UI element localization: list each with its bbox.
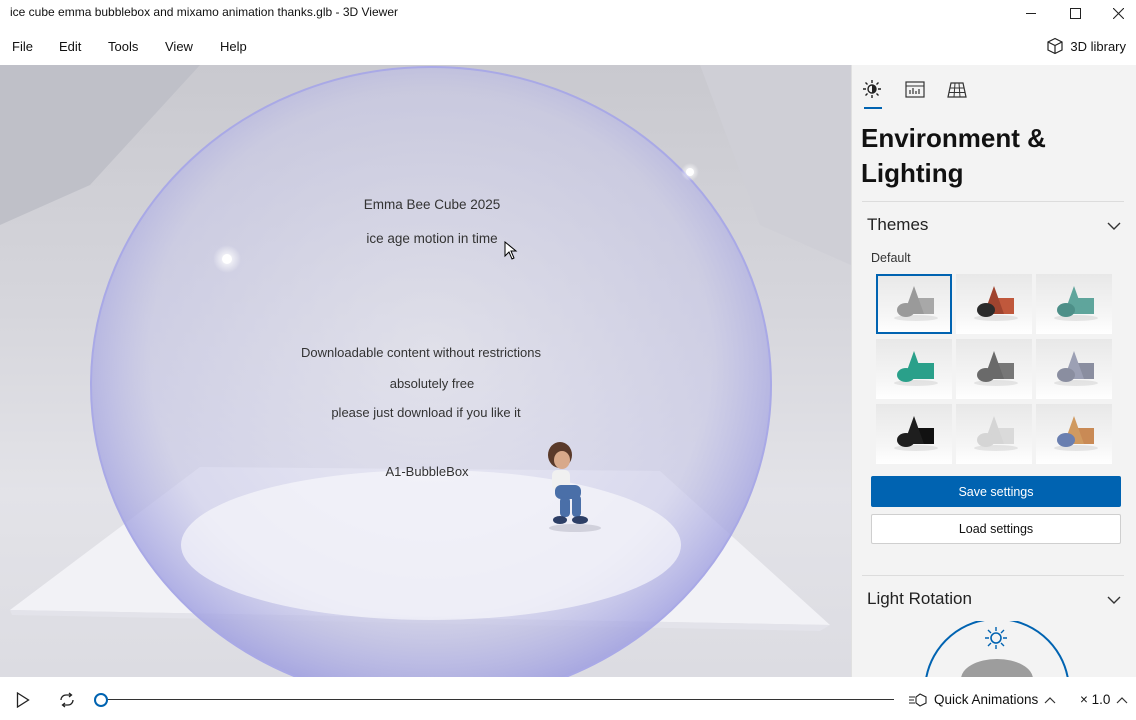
chevron-up-icon: [1116, 696, 1128, 703]
menu-file[interactable]: File: [12, 39, 33, 54]
close-button[interactable]: [1096, 0, 1136, 26]
load-settings-button[interactable]: Load settings: [871, 514, 1121, 544]
minimize-button[interactable]: [1009, 0, 1053, 26]
light-sun-icon[interactable]: [985, 627, 1007, 649]
themes-section-title[interactable]: Themes: [867, 215, 928, 235]
speed-label: × 1.0: [1080, 692, 1111, 707]
timeline-track[interactable]: [100, 699, 894, 700]
environment-panel: Environment & Lighting Themes Default Sa…: [851, 65, 1136, 677]
animation-bar: Quick Animations × 1.0: [0, 677, 1136, 720]
theme-swatch[interactable]: [1036, 274, 1112, 334]
theme-swatch[interactable]: [876, 339, 952, 399]
divider: [862, 575, 1124, 576]
theme-swatch[interactable]: [956, 404, 1032, 464]
save-settings-button[interactable]: Save settings: [871, 476, 1121, 507]
panel-heading-line2: Lighting: [861, 158, 964, 188]
theme-preview-icon: [894, 286, 938, 321]
animation-icon: [909, 692, 927, 707]
chevron-down-icon[interactable]: [1107, 593, 1121, 607]
divider: [862, 201, 1124, 202]
scene-text-line5: please just download if you like it: [331, 405, 521, 420]
theme-preview-icon: [974, 286, 1018, 321]
theme-swatch[interactable]: [876, 274, 952, 334]
scene-render: [0, 65, 851, 677]
light-rotation-dial[interactable]: [906, 621, 1086, 677]
quick-animations-label: Quick Animations: [934, 692, 1039, 707]
scene-text-line3: Downloadable content without restriction…: [301, 345, 541, 360]
theme-swatch[interactable]: [876, 404, 952, 464]
sun-icon[interactable]: [862, 79, 884, 101]
stats-icon[interactable]: [904, 79, 926, 101]
selected-theme-label: Default: [871, 251, 911, 265]
chevron-up-icon: [1044, 696, 1056, 703]
theme-preview-icon: [894, 416, 938, 451]
panel-heading-line1: Environment &: [861, 123, 1046, 153]
grid-icon[interactable]: [946, 79, 968, 101]
theme-preview-icon: [1054, 286, 1098, 321]
cursor-icon: [504, 241, 518, 260]
theme-swatch[interactable]: [956, 274, 1032, 334]
menu-bar: File Edit Tools View Help 3D library: [0, 26, 1136, 66]
menu-view[interactable]: View: [165, 39, 193, 54]
theme-swatch[interactable]: [1036, 339, 1112, 399]
minimize-icon: [1026, 13, 1036, 14]
3d-viewport[interactable]: Emma Bee Cube 2025 ice age motion in tim…: [0, 65, 851, 677]
close-icon: [1112, 7, 1124, 19]
theme-preview-icon: [974, 351, 1018, 386]
active-tab-indicator: [864, 107, 882, 109]
title-bar: ice cube emma bubblebox and mixamo anima…: [0, 0, 1136, 26]
3d-library-label: 3D library: [1070, 38, 1126, 54]
menu-tools[interactable]: Tools: [108, 39, 138, 54]
scene-text-line6: A1-BubbleBox: [385, 464, 469, 479]
maximize-button[interactable]: [1053, 0, 1097, 26]
speed-selector[interactable]: × 1.0: [1080, 692, 1128, 707]
menu-help[interactable]: Help: [220, 39, 247, 54]
theme-swatch[interactable]: [1036, 404, 1112, 464]
loop-icon[interactable]: [58, 692, 76, 708]
panel-heading: Environment & Lighting: [861, 121, 1121, 191]
chevron-down-icon[interactable]: [1107, 219, 1121, 233]
scene-text-title: Emma Bee Cube 2025: [363, 197, 501, 212]
quick-animations-button[interactable]: Quick Animations: [908, 692, 1056, 707]
light-rotation-section-title[interactable]: Light Rotation: [867, 589, 972, 609]
cube-icon: [1047, 37, 1063, 55]
maximize-icon: [1069, 7, 1081, 19]
window-title: ice cube emma bubblebox and mixamo anima…: [10, 5, 398, 19]
theme-preview-icon: [974, 416, 1018, 451]
theme-preview-icon: [894, 351, 938, 386]
theme-preview-icon: [1054, 351, 1098, 386]
timeline-thumb[interactable]: [94, 693, 108, 707]
scene-text-subtitle: ice age motion in time: [366, 231, 498, 246]
scene-text-line4: absolutely free: [389, 376, 475, 391]
theme-swatch[interactable]: [956, 339, 1032, 399]
play-icon[interactable]: [16, 692, 30, 708]
3d-library-button[interactable]: 3D library: [1046, 37, 1126, 55]
menu-edit[interactable]: Edit: [59, 39, 81, 54]
theme-preview-icon: [1054, 416, 1098, 451]
